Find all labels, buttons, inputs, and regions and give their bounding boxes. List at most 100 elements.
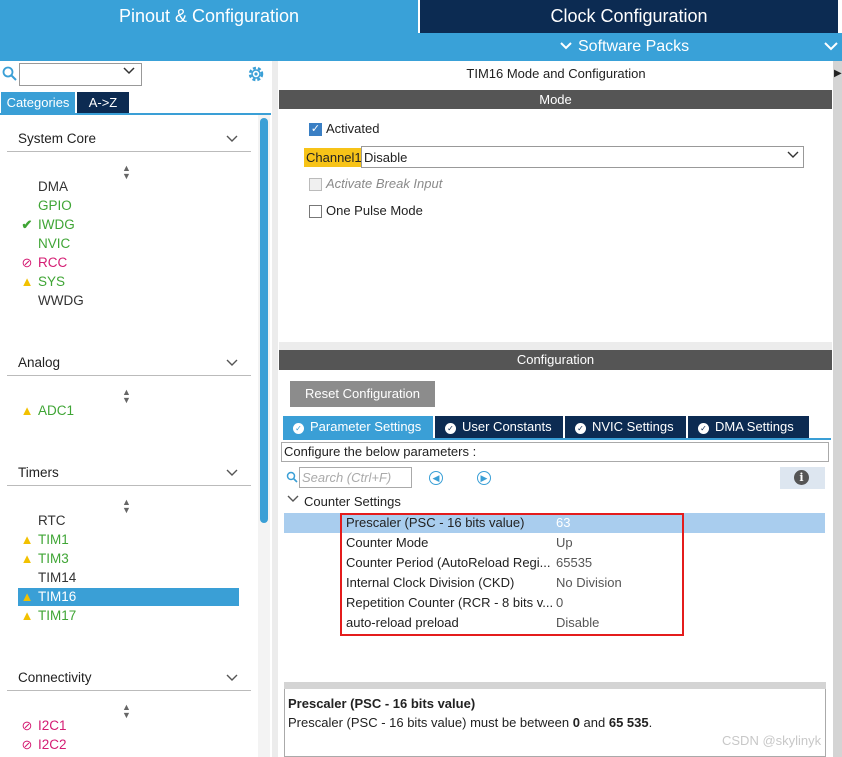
peripheral-label: I2C2 [38,737,67,752]
categories-button[interactable]: Categories [1,92,75,113]
warning-icon: ▲ [20,403,34,418]
divider [7,485,251,486]
activate-break-input-label: Activate Break Input [326,176,443,191]
peripheral-item-adc1[interactable]: ▲ ADC1 [18,402,239,420]
divider [283,438,831,440]
chevron-down-icon[interactable] [287,494,299,506]
section-title-connectivity[interactable]: Connectivity [18,670,92,685]
peripheral-item-nvic[interactable]: NVIC [18,235,239,253]
tab-parameter-settings[interactable]: ✓ Parameter Settings [283,416,433,438]
search-icon [2,66,18,82]
tab-label: DMA Settings [715,419,794,434]
peripheral-item-gpio[interactable]: GPIO [18,197,239,215]
red-highlight-annotation [340,513,684,636]
horizontal-scrollbar[interactable] [284,682,826,689]
description-prefix: Prescaler (PSC - 16 bits value) must be … [288,715,573,730]
description-text: Prescaler (PSC - 16 bits value) must be … [288,715,652,730]
peripheral-label: NVIC [38,236,71,251]
collapse-arrow-icon[interactable]: ▶ [834,68,842,79]
tab-clock-configuration[interactable]: Clock Configuration [420,0,838,33]
peripheral-label: TIM3 [38,551,69,566]
peripheral-label: ADC1 [38,403,75,418]
peripheral-label: WWDG [38,293,84,308]
peripheral-item-rcc[interactable]: ⊘ RCC [18,254,239,272]
tab-pinout-configuration[interactable]: Pinout & Configuration [0,0,418,33]
divider [7,690,251,691]
info-icon[interactable]: i [794,470,809,485]
previous-match-icon[interactable]: ◀ [429,471,443,485]
warning-icon: ▲ [20,608,34,623]
section-title-analog[interactable]: Analog [18,355,60,370]
peripheral-label: RTC [38,513,66,528]
description-suffix: . [648,715,653,730]
peripheral-item-i2c2[interactable]: ⊘ I2C2 [18,736,239,754]
chevron-down-icon[interactable] [226,670,238,685]
peripheral-item-wwdg[interactable]: WWDG [18,292,239,310]
chevron-down-icon [560,33,572,61]
warning-icon: ▲ [20,532,34,547]
right-edge-bar [833,61,842,757]
peripheral-label: TIM17 [38,608,77,623]
configure-hint: Configure the below parameters : [281,442,829,462]
ban-icon: ⊘ [21,718,33,733]
one-pulse-mode-checkbox[interactable] [309,205,322,218]
peripheral-label: DMA [38,179,68,194]
divider [7,151,251,152]
configuration-section-header: Configuration [279,350,832,370]
channel1-select[interactable] [361,146,804,168]
software-packs-menu[interactable]: Software Packs [560,33,689,61]
description-mid: and [579,715,609,730]
activated-label: Activated [326,121,380,136]
divider [279,342,832,350]
check-icon: ✔ [21,217,33,232]
chevron-down-icon[interactable] [824,33,838,61]
gear-icon[interactable] [246,64,266,84]
chevron-down-icon[interactable] [122,64,136,79]
peripheral-label: I2C1 [38,718,67,733]
peripheral-item-tim1[interactable]: ▲ TIM1 [18,531,239,549]
channel1-value: Disable [364,150,408,165]
watermark: CSDN @skylinyk [722,733,822,748]
activate-break-input-checkbox[interactable] [309,178,322,191]
tab-dma-settings[interactable]: ✓ DMA Settings [688,416,809,438]
panel-splitter[interactable] [272,61,278,757]
peripheral-item-tim14[interactable]: TIM14 [18,569,239,587]
channel1-label: Channel1 [304,148,364,167]
chevron-down-icon[interactable] [226,465,238,480]
activated-checkbox[interactable]: ✓ [309,123,322,136]
peripheral-item-tim17[interactable]: ▲ TIM17 [18,607,239,625]
peripheral-item-dma[interactable]: DMA [18,178,239,196]
peripheral-item-tim16[interactable]: ▲ TIM16 [18,588,239,606]
ban-icon: ⊘ [21,255,33,270]
section-title-system-core[interactable]: System Core [18,131,96,146]
peripheral-item-iwdg[interactable]: ✔ IWDG [18,216,239,234]
tab-nvic-settings[interactable]: ✓ NVIC Settings [565,416,686,438]
check-circle-icon: ✓ [293,423,304,434]
chevron-down-icon[interactable] [786,149,800,163]
tab-user-constants[interactable]: ✓ User Constants [435,416,563,438]
reset-configuration-button[interactable]: Reset Configuration [290,381,435,407]
peripheral-item-rtc[interactable]: RTC [18,512,239,530]
a-to-z-button[interactable]: A->Z [77,92,129,113]
chevron-down-icon[interactable] [226,355,238,370]
peripheral-label: GPIO [38,198,72,213]
peripheral-label: TIM14 [38,570,77,585]
description-min: 0 [572,715,580,730]
divider [7,375,251,376]
check-circle-icon: ✓ [698,423,709,434]
counter-settings-group[interactable]: Counter Settings [304,494,401,509]
peripheral-item-tim3[interactable]: ▲ TIM3 [18,550,239,568]
secondary-toolbar [0,33,842,61]
one-pulse-mode-label: One Pulse Mode [326,203,423,218]
peripheral-label: SYS [38,274,66,289]
peripheral-item-i2c1[interactable]: ⊘ I2C1 [18,717,239,735]
peripheral-item-sys[interactable]: ▲ SYS [18,273,239,291]
next-match-icon[interactable]: ▶ [477,471,491,485]
chevron-down-icon[interactable] [226,131,238,146]
section-title-timers[interactable]: Timers [18,465,59,480]
ban-icon: ⊘ [21,737,33,752]
mode-section-header: Mode [279,90,832,109]
warning-icon: ▲ [20,589,34,604]
tab-label: Parameter Settings [310,419,422,434]
left-scrollbar-thumb[interactable] [260,118,268,523]
